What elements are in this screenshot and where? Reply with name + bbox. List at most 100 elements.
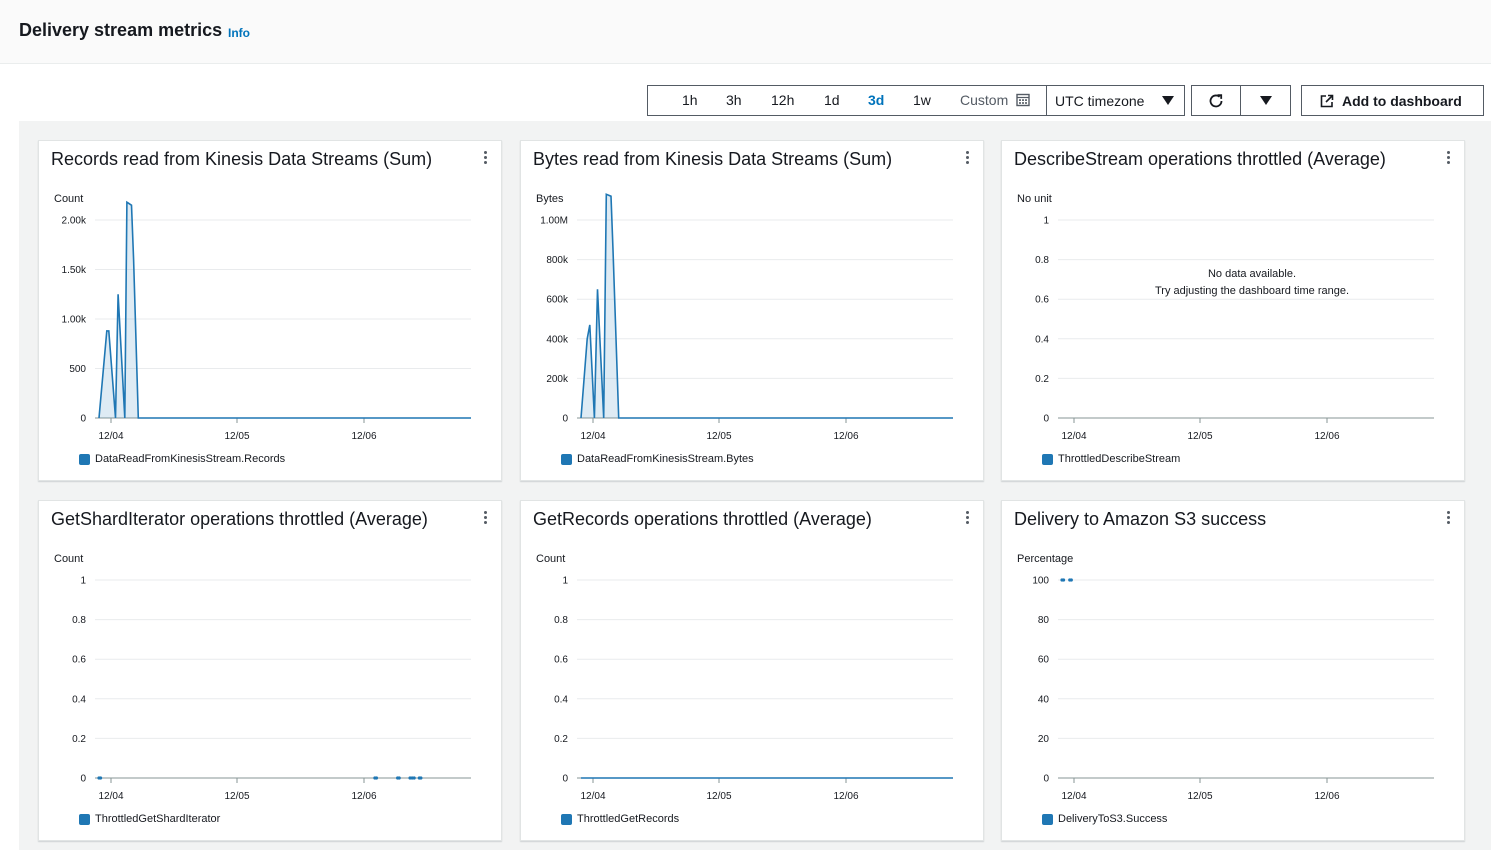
no-data-hint: Try adjusting the dashboard time range. — [1154, 285, 1350, 297]
no-data-message: No data available. Try adjusting the dash… — [1092, 266, 1412, 300]
y-tick-label: 500 — [69, 364, 86, 375]
y-tick-label: 40 — [1038, 694, 1050, 705]
y-tick-label: 80 — [1038, 615, 1050, 626]
x-tick-label: 12/06 — [351, 431, 376, 442]
range-3d[interactable]: 3d — [868, 92, 884, 108]
legend-label: ThrottledGetRecords — [577, 813, 680, 825]
timezone-select[interactable]: UTC timezone — [1046, 85, 1185, 116]
data-point — [1061, 578, 1066, 582]
data-point — [397, 776, 401, 780]
y-tick-label: 0.4 — [554, 694, 568, 705]
y-tick-label: 20 — [1038, 734, 1050, 745]
series-area — [581, 194, 953, 418]
metric-chart: 0 0.2 0.4 0.6 0.8 1 12/04 12/05 12/06 — [554, 576, 953, 802]
range-3h[interactable]: 3h — [726, 92, 742, 108]
metric-panel: Bytes read from Kinesis Data Streams (Su… — [520, 140, 984, 481]
x-tick-label: 12/06 — [833, 431, 858, 442]
chart-legend[interactable]: ThrottledGetShardIterator — [79, 813, 220, 825]
y-tick-label: 600k — [546, 295, 569, 306]
metric-chart: 0 200k 400k 600k 800k 1.00M 12/04 12/05 12/06 — [540, 193, 953, 442]
chart-legend[interactable]: DataReadFromKinesisStream.Records — [79, 453, 285, 465]
data-point — [419, 776, 423, 780]
range-1d[interactable]: 1d — [824, 92, 840, 108]
metric-chart: 0 500 1.00k 1.50k 2.00k 12/04 12/05 12/06 — [62, 200, 471, 442]
time-range-selector: 1h 3h 12h 1d 3d 1w Custom UTC timezone — [647, 85, 1185, 116]
add-to-dashboard-label: Add to dashboard — [1342, 92, 1462, 109]
range-1h[interactable]: 1h — [682, 92, 698, 108]
y-tick-label: 2.00k — [62, 216, 87, 227]
x-tick-label: 12/04 — [1061, 431, 1086, 442]
y-tick-label: 1.00M — [540, 216, 568, 227]
legend-swatch — [1042, 453, 1053, 465]
chart-legend[interactable]: ThrottledDescribeStream — [1042, 453, 1180, 465]
y-tick-label: 0 — [562, 774, 568, 785]
data-point — [412, 776, 416, 780]
legend-label: ThrottledDescribeStream — [1058, 453, 1181, 465]
range-12h[interactable]: 12h — [771, 92, 794, 108]
refresh-icon — [1209, 93, 1223, 107]
caret-down-icon — [1162, 96, 1174, 105]
chart-legend[interactable]: DataReadFromKinesisStream.Bytes — [561, 453, 754, 465]
x-tick-label: 12/05 — [224, 791, 249, 802]
x-tick-label: 12/06 — [1314, 791, 1339, 802]
y-tick-label: 0.6 — [72, 655, 86, 666]
chart-legend[interactable]: ThrottledGetRecords — [561, 813, 679, 825]
series-line — [580, 193, 953, 419]
y-tick-label: 0.2 — [72, 734, 86, 745]
timezone-value: UTC timezone — [1055, 92, 1145, 109]
metric-panel: GetShardIterator operations throttled (A… — [38, 500, 502, 841]
y-tick-label: 0 — [80, 414, 86, 425]
y-tick-label: 1 — [80, 576, 86, 587]
x-tick-label: 12/05 — [224, 431, 249, 442]
x-tick-label: 12/05 — [706, 791, 731, 802]
y-tick-label: 1.00k — [62, 315, 87, 326]
legend-label: DeliveryToS3.Success — [1058, 813, 1168, 825]
y-tick-label: 400k — [546, 334, 569, 345]
refresh-button[interactable] — [1191, 85, 1241, 116]
x-tick-label: 12/04 — [580, 791, 605, 802]
x-tick-label: 12/04 — [580, 431, 605, 442]
info-link[interactable]: Info — [228, 26, 250, 40]
range-1w[interactable]: 1w — [913, 92, 931, 108]
external-link-icon — [1320, 94, 1334, 107]
chart-legend[interactable]: DeliveryToS3.Success — [1042, 813, 1167, 825]
y-tick-label: 0.4 — [72, 694, 86, 705]
y-tick-label: 0.6 — [554, 655, 568, 666]
data-point — [98, 776, 103, 780]
y-tick-label: 0.8 — [554, 615, 568, 626]
y-tick-label: 0.6 — [1035, 295, 1049, 306]
add-to-dashboard-button[interactable]: Add to dashboard — [1301, 85, 1484, 116]
custom-range-label: Custom — [960, 92, 1009, 108]
metric-chart: 0 0.2 0.4 0.6 0.8 1 12/04 12/05 12/06 — [72, 576, 471, 802]
x-tick-label: 12/05 — [1187, 791, 1212, 802]
x-tick-label: 12/06 — [833, 791, 858, 802]
y-tick-label: 0.8 — [1035, 255, 1049, 266]
series-line — [98, 200, 471, 419]
series-area — [99, 202, 471, 418]
metric-chart: 0 0.2 0.4 0.6 0.8 1 12/04 12/05 12/06 — [1035, 216, 1434, 442]
y-tick-label: 200k — [546, 374, 569, 385]
y-tick-label: 0.8 — [72, 615, 86, 626]
y-tick-label: 1.50k — [62, 265, 87, 276]
calendar-icon — [1016, 93, 1030, 107]
metric-panel: DescribeStream operations throttled (Ave… — [1001, 140, 1465, 481]
legend-swatch — [1042, 813, 1053, 825]
page-title: Delivery stream metrics — [19, 20, 223, 40]
legend-label: DataReadFromKinesisStream.Records — [95, 453, 286, 465]
custom-range-button[interactable]: Custom — [960, 92, 1030, 108]
data-point — [374, 776, 379, 780]
y-tick-label: 1 — [1043, 216, 1049, 227]
x-tick-label: 12/04 — [1061, 791, 1086, 802]
x-tick-label: 12/05 — [706, 431, 731, 442]
x-tick-label: 12/04 — [98, 791, 123, 802]
metric-panel: Delivery to Amazon S3 success Percentage 0… — [1001, 500, 1465, 841]
y-tick-label: 800k — [546, 255, 569, 266]
metric-panel: GetRecords operations throttled (Average… — [520, 500, 984, 841]
x-tick-label: 12/06 — [351, 791, 376, 802]
y-tick-label: 0.4 — [1035, 334, 1049, 345]
x-tick-label: 12/05 — [1187, 431, 1212, 442]
legend-label: ThrottledGetShardIterator — [95, 813, 221, 825]
no-data-line: No data available. — [1207, 268, 1297, 280]
refresh-options-dropdown[interactable] — [1240, 85, 1291, 116]
y-tick-label: 0 — [80, 774, 86, 785]
